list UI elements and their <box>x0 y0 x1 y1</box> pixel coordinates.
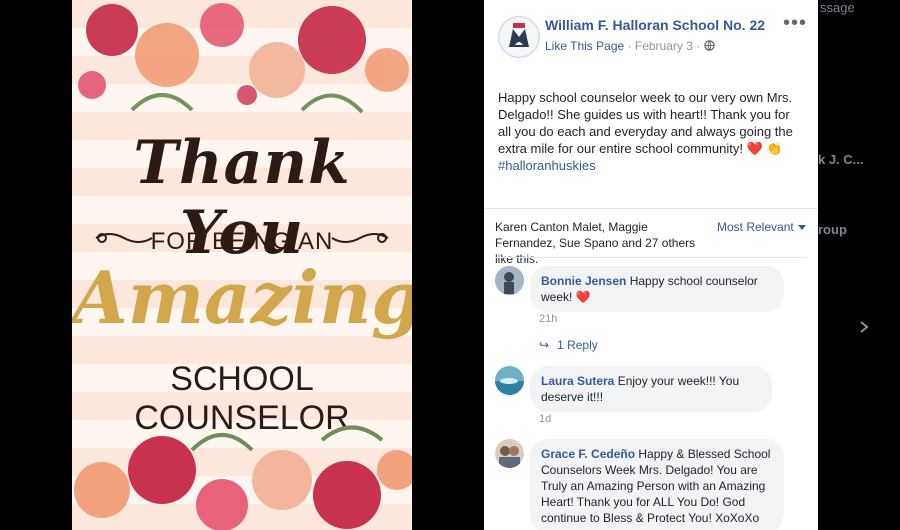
comment-author[interactable]: Bonnie Jensen <box>541 274 626 288</box>
hashtag-link[interactable]: #halloranhuskies <box>498 158 596 173</box>
divider <box>495 257 807 258</box>
like-page-link[interactable]: Like This Page <box>545 39 624 53</box>
post-text: Happy school counselor week to our very … <box>498 89 804 174</box>
avatar[interactable] <box>495 266 524 295</box>
divider <box>484 208 818 209</box>
page-name-link[interactable]: William F. Halloran School No. 22 <box>545 17 765 33</box>
globe-icon <box>703 40 715 51</box>
post-meta: Like This Page · February 3 · <box>545 39 715 53</box>
avatar[interactable] <box>495 366 524 395</box>
comment-bubble: Bonnie Jensen Happy school counselor wee… <box>530 266 784 312</box>
post-panel: William F. Halloran School No. 22 Like T… <box>484 0 818 530</box>
chevron-right-icon[interactable] <box>858 320 870 334</box>
comment-bubble: Laura Sutera Enjoy your week!!! You dese… <box>530 366 772 412</box>
photo-text-amazing: Amazing <box>72 255 412 340</box>
chevron-down-icon <box>797 225 806 231</box>
meta-separator-2: · <box>696 39 701 53</box>
comment-sort-dropdown[interactable]: Most Relevant <box>717 220 806 234</box>
more-options-icon[interactable]: ••• <box>783 12 807 35</box>
top-flower-decoration <box>78 3 409 114</box>
view-replies-link[interactable]: ↪ 1 Reply <box>539 338 598 352</box>
background-snippet-1: k J. C... <box>818 152 864 167</box>
comment-timestamp[interactable]: 1d <box>539 413 551 425</box>
reply-arrow-icon: ↪ <box>539 338 550 352</box>
sort-label: Most Relevant <box>717 220 794 234</box>
background-snippet-2: roup <box>818 222 847 237</box>
bottom-flower-decoration <box>74 425 412 530</box>
post-photo[interactable]: Thank You FOR BEING AN Amazing SCHOOL CO… <box>72 0 412 530</box>
comment-timestamp[interactable]: 21h <box>539 313 557 325</box>
meta-separator: · <box>627 39 632 53</box>
right-swirl-ornament <box>331 233 389 243</box>
likes-summary[interactable]: Karen Canton Malet, Maggie Fernandez, Su… <box>495 219 705 267</box>
post-body: Happy school counselor week to our very … <box>498 90 793 156</box>
post-date[interactable]: February 3 <box>635 39 693 53</box>
comment-author[interactable]: Grace F. Cedeño <box>541 447 635 461</box>
comment-author[interactable]: Laura Sutera <box>541 374 614 388</box>
page-avatar[interactable] <box>498 16 540 58</box>
comment-bubble: Grace F. Cedeño Happy & Blessed School C… <box>530 439 784 530</box>
replies-label: 1 Reply <box>557 338 598 352</box>
avatar[interactable] <box>495 439 524 468</box>
background-message-snippet: ssage <box>820 0 855 15</box>
husky-logo-icon <box>500 18 538 56</box>
